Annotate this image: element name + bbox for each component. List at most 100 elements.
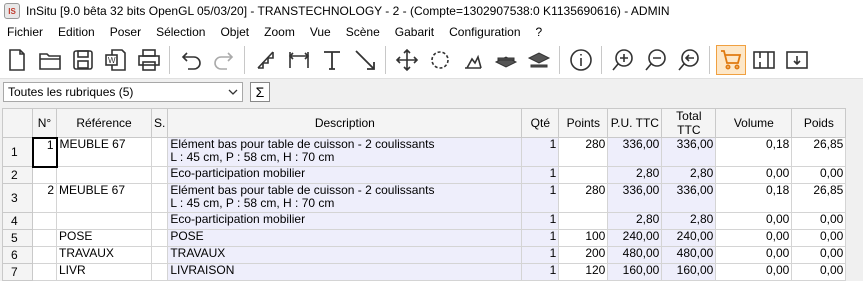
cell-qte[interactable]: 1 [521,183,560,213]
new-document-icon[interactable] [2,45,32,75]
cell-points[interactable]: 100 [558,229,609,247]
cell-pu-ttc[interactable]: 336,00 [607,183,663,213]
header-qte[interactable]: Qté [521,108,560,138]
menu-vue[interactable]: Vue [303,25,339,39]
frame-arrow-icon[interactable] [782,45,812,75]
table-row[interactable]: 3 2 MEUBLE 67 Elément bas pour table de … [2,183,847,213]
cell-pu-ttc[interactable]: 480,00 [607,246,663,264]
cell-volume[interactable]: 0,00 [715,166,793,184]
cell-poids[interactable]: 26,85 [791,183,847,213]
cell-reference[interactable] [56,166,152,184]
cell-description[interactable]: Elément bas pour table de cuisson - 2 co… [167,137,523,167]
table-row[interactable]: 4 Eco-participation mobilier 1 2,80 2,80… [2,212,847,230]
cell-total-ttc[interactable]: 2,80 [661,166,717,184]
cell-description[interactable]: Eco-participation mobilier [167,212,523,230]
cell-reference[interactable]: MEUBLE 67 [56,183,152,213]
cell-n[interactable] [32,263,57,281]
frame-icon[interactable] [749,45,779,75]
cell-volume[interactable]: 0,00 [715,212,793,230]
stair-icon[interactable] [251,45,281,75]
cell-poids[interactable]: 0,00 [791,229,847,247]
cell-volume[interactable]: 0,18 [715,183,793,213]
menu-configuration[interactable]: Configuration [442,25,528,39]
cell-s[interactable] [150,183,169,213]
cell-qte[interactable]: 1 [521,246,560,264]
cell-poids[interactable]: 0,00 [791,263,847,281]
cell-points[interactable]: 120 [558,263,609,281]
sum-button[interactable]: Σ [250,82,270,102]
row-number[interactable]: 7 [2,263,33,281]
header-volume[interactable]: Volume [715,108,793,138]
cell-qte[interactable]: 1 [521,137,560,167]
cell-description[interactable]: TRAVAUX [167,246,523,264]
header-n[interactable]: N° [32,108,57,138]
cell-reference[interactable]: MEUBLE 67 [56,137,152,167]
cell-s[interactable] [150,229,169,247]
cell-pu-ttc[interactable]: 2,80 [607,166,663,184]
cell-n[interactable] [32,229,57,247]
cell-qte[interactable]: 1 [521,212,560,230]
cell-points[interactable] [558,212,609,230]
word-export-icon[interactable]: W [101,45,131,75]
cut-paint-icon[interactable] [458,45,488,75]
cell-pu-ttc[interactable]: 240,00 [607,229,663,247]
header-poids[interactable]: Poids [791,108,847,138]
cell-points[interactable]: 280 [558,137,609,167]
redo-icon[interactable] [209,45,239,75]
cell-total-ttc[interactable]: 336,00 [661,137,717,167]
rubrique-select[interactable]: Toutes les rubriques (5) [3,82,243,102]
zoom-in-icon[interactable] [608,45,638,75]
cell-volume[interactable]: 0,00 [715,263,793,281]
rotate-icon[interactable] [425,45,455,75]
cell-n[interactable] [32,246,57,264]
line-icon[interactable] [350,45,380,75]
row-number[interactable]: 4 [2,212,33,230]
row-number[interactable]: 2 [2,166,33,184]
cell-description[interactable]: Eco-participation mobilier [167,166,523,184]
row-number[interactable]: 6 [2,246,33,264]
cell-total-ttc[interactable]: 336,00 [661,183,717,213]
cell-poids[interactable]: 0,00 [791,246,847,264]
cell-total-ttc[interactable]: 160,00 [661,263,717,281]
row-number[interactable]: 3 [2,183,33,213]
cell-n[interactable]: 2 [32,183,57,213]
cell-points[interactable]: 200 [558,246,609,264]
print-icon[interactable] [134,45,164,75]
header-pu-ttc[interactable]: P.U. TTC [607,108,663,138]
cell-reference[interactable]: TRAVAUX [56,246,152,264]
cell-pu-ttc[interactable]: 336,00 [607,137,663,167]
cell-pu-ttc[interactable]: 2,80 [607,212,663,230]
menu-poser[interactable]: Poser [103,25,149,39]
cell-poids[interactable]: 26,85 [791,137,847,167]
cell-qte[interactable]: 1 [521,263,560,281]
cell-total-ttc[interactable]: 2,80 [661,212,717,230]
cell-volume[interactable]: 0,18 [715,137,793,167]
save-icon[interactable] [68,45,98,75]
menu-fichier[interactable]: Fichier [0,25,51,39]
zoom-out-icon[interactable] [641,45,671,75]
cell-description[interactable]: Elément bas pour table de cuisson - 2 co… [167,183,523,213]
cell-pu-ttc[interactable]: 160,00 [607,263,663,281]
cell-volume[interactable]: 0,00 [715,246,793,264]
zoom-back-icon[interactable] [674,45,704,75]
menu-edition[interactable]: Edition [51,25,103,39]
table-row[interactable]: 2 Eco-participation mobilier 1 2,80 2,80… [2,166,847,184]
layer-up-icon[interactable] [491,45,521,75]
menu-selection[interactable]: Sélection [149,25,213,39]
cell-n[interactable] [32,166,57,184]
cell-points[interactable]: 280 [558,183,609,213]
undo-icon[interactable] [176,45,206,75]
cart-icon[interactable] [715,45,746,75]
menu-objet[interactable]: Objet [213,25,257,39]
cell-n[interactable] [32,212,57,230]
table-row[interactable]: 5 POSE POSE 1 100 240,00 240,00 0,00 0,0… [2,229,847,247]
cell-reference[interactable]: LIVR [56,263,152,281]
header-s[interactable]: S. [150,108,169,138]
menu-gabarit[interactable]: Gabarit [388,25,442,39]
cell-total-ttc[interactable]: 240,00 [661,229,717,247]
cell-reference[interactable]: POSE [56,229,152,247]
cell-description[interactable]: LIVRAISON [167,263,523,281]
cell-total-ttc[interactable]: 480,00 [661,246,717,264]
menu-scene[interactable]: Scène [339,25,388,39]
table-row[interactable]: 1 1 MEUBLE 67 Elément bas pour table de … [2,136,847,168]
